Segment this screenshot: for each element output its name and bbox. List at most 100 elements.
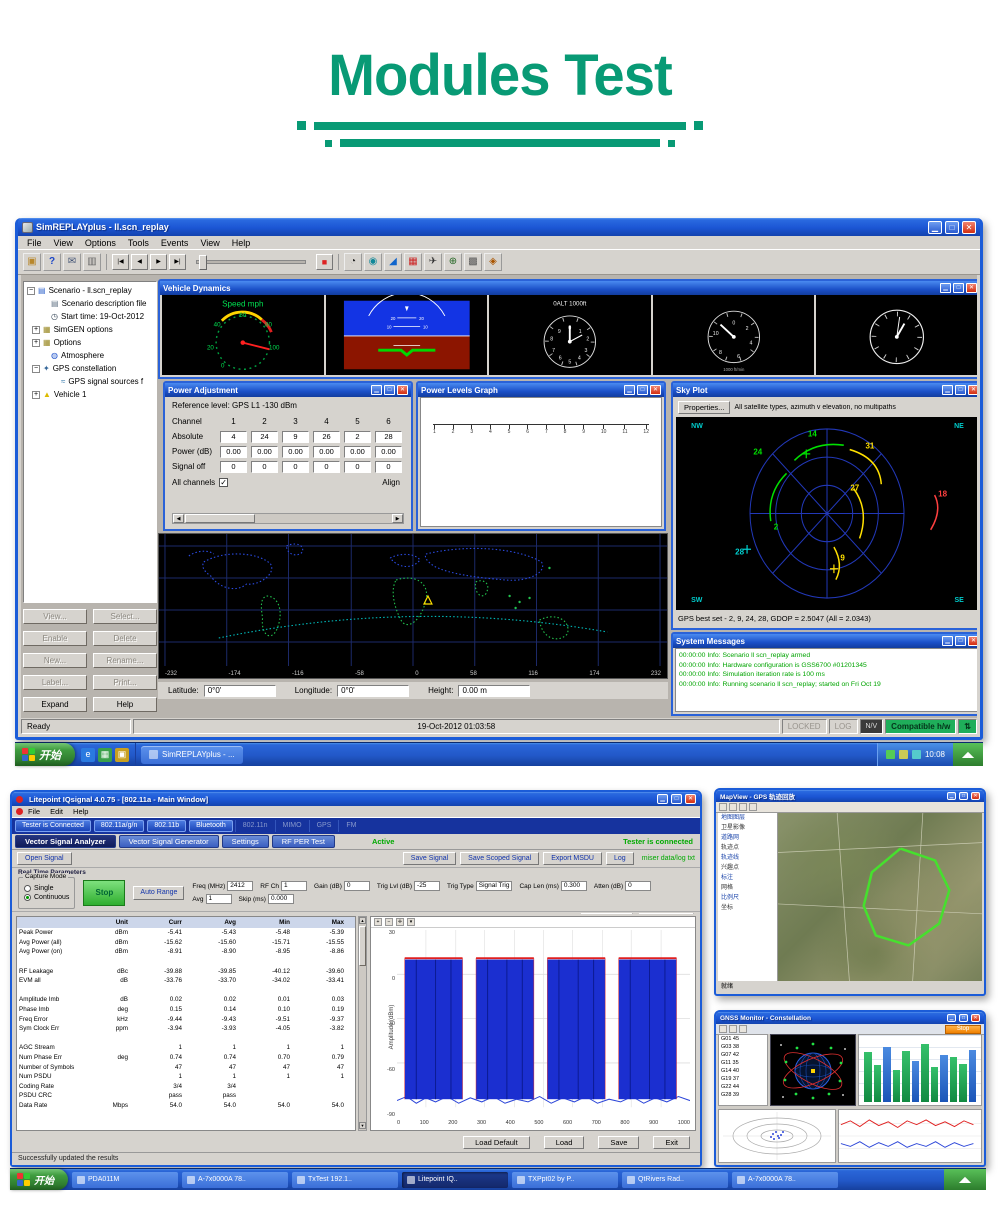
menu-item[interactable]: File	[22, 238, 47, 248]
footer-button[interactable]: Load	[544, 1136, 585, 1149]
playback-button[interactable]: ◀	[131, 254, 148, 270]
satellite-map[interactable]	[778, 813, 982, 981]
tree-action-button[interactable]: View...	[23, 609, 87, 624]
properties-button[interactable]: Properties...	[678, 401, 730, 414]
tree-item[interactable]: − ✦ GPS constellation	[24, 362, 156, 375]
menu-item[interactable]: Edit	[50, 807, 63, 816]
tray-icon[interactable]	[886, 750, 895, 759]
table-row[interactable]: EVM alldB-33.76 -33.70-34.02-33.41	[17, 976, 355, 986]
tree-action-button[interactable]: New...	[23, 653, 87, 668]
graph-icon[interactable]: ◢	[384, 253, 402, 271]
minimize-button[interactable]: ▁	[624, 385, 635, 395]
table-row[interactable]: RF LeakagedBc-39.88 -39.85-40.12-39.60	[17, 966, 355, 976]
field-input[interactable]: 1	[281, 881, 307, 891]
minimize-button[interactable]: ▁	[947, 792, 956, 800]
footer-button[interactable]: Exit	[653, 1136, 690, 1149]
satellite-id-cell[interactable]: 2	[344, 431, 371, 443]
close-button[interactable]: ✕	[968, 385, 977, 395]
iqsignal-titlebar[interactable]: Litepoint IQsignal 4.0.75 - [802.11a - M…	[12, 792, 700, 806]
signal-off-input[interactable]: 0	[313, 461, 340, 473]
satellite-row[interactable]: G11 35	[719, 1059, 767, 1067]
height-field[interactable]: 0.00 m	[458, 685, 530, 697]
tree-item[interactable]: ◷ Start time: 19-Oct-2012	[24, 310, 156, 323]
field-input[interactable]: 1	[206, 894, 232, 904]
satellite-id-cell[interactable]: 9	[282, 431, 309, 443]
table-row[interactable]: Num Phase Errdeg0.74 0.740.700.79	[17, 1053, 355, 1063]
taskbar-task[interactable]: SimREPLAYplus - ...	[141, 746, 243, 764]
tree-item[interactable]: ▤ Scenario description file	[24, 297, 156, 310]
map-titlebar[interactable]: MapView - GPS 轨迹回放 ▁ □ ✕	[716, 790, 984, 802]
gnss-tool-icon[interactable]	[739, 1025, 747, 1033]
satellite-id-cell[interactable]: 4	[220, 431, 247, 443]
layer-item[interactable]: 标注	[718, 873, 777, 883]
signal-off-input[interactable]: 0	[282, 461, 309, 473]
layer-item[interactable]: 比例尺	[718, 893, 777, 903]
layer-item[interactable]: 轨迹点	[718, 843, 777, 853]
technology-button[interactable]: Tester is Connected	[15, 820, 91, 832]
start-button[interactable]: 开始	[15, 743, 75, 766]
close-button[interactable]: ✕	[962, 221, 976, 234]
help-icon[interactable]: ?	[43, 253, 61, 271]
table-row[interactable]: Avg Power (all)dBm-15.62 -15.60-15.71-15…	[17, 938, 355, 948]
tray-icon[interactable]	[899, 750, 908, 759]
satellite-row[interactable]: G07 42	[719, 1051, 767, 1059]
signal-off-input[interactable]: 0	[220, 461, 247, 473]
layer-item[interactable]: 轨迹线	[718, 853, 777, 863]
maximize-button[interactable]: □	[671, 794, 682, 804]
technology-button[interactable]: Bluetooth	[189, 820, 233, 832]
maximize-button[interactable]: □	[384, 385, 395, 395]
gnss-tool-icon[interactable]	[729, 1025, 737, 1033]
tree-action-button[interactable]: Delete	[93, 631, 157, 646]
tree-action-button[interactable]: Print...	[93, 675, 157, 690]
power-db-cell[interactable]: 0.00	[375, 446, 402, 458]
taskbar-task[interactable]: Litepoint IQ..	[402, 1172, 508, 1188]
tab[interactable]: Vector Signal Analyzer	[15, 835, 116, 848]
tree-action-button[interactable]: Enable	[23, 631, 87, 646]
satellite-id-cell[interactable]: 26	[313, 431, 340, 443]
system-messages-titlebar[interactable]: System Messages ▁ □ ✕	[673, 634, 977, 648]
table-row[interactable]	[17, 1034, 355, 1044]
layer-item[interactable]: 地图图层	[718, 813, 777, 823]
field-input[interactable]: 0	[625, 881, 651, 891]
maximize-button[interactable]: □	[959, 1014, 968, 1022]
desktop-icon[interactable]: ▦	[98, 748, 112, 762]
taskbar-task[interactable]: QtRivers Rad..	[622, 1172, 728, 1188]
power-levels-titlebar[interactable]: Power Levels Graph ▁ □ ✕	[418, 383, 664, 397]
stop-button[interactable]: Stop	[945, 1025, 981, 1034]
column-header[interactable]: Curr	[133, 919, 187, 926]
tab[interactable]: RF PER Test	[272, 835, 335, 848]
minimize-button[interactable]: ▁	[942, 636, 953, 646]
table-row[interactable]: Freq ErrorkHz-9.44 -9.43-9.51-9.37	[17, 1014, 355, 1024]
tree-action-button[interactable]: Select...	[93, 609, 157, 624]
map-tool-icon[interactable]	[739, 803, 747, 811]
tray-icon[interactable]	[912, 750, 921, 759]
close-button[interactable]: ✕	[971, 1014, 980, 1022]
tab[interactable]: Vector Signal Generator	[119, 835, 219, 848]
table-row[interactable]: Coding Rate3/4 3/4	[17, 1082, 355, 1092]
satellite-row[interactable]: G03 38	[719, 1043, 767, 1051]
table-row[interactable]: Sym Clock Errppm-3.94 -3.93-4.05-3.82	[17, 1024, 355, 1034]
maximize-button[interactable]: □	[637, 385, 648, 395]
taskbar-task[interactable]: TXPpt02 by P..	[512, 1172, 618, 1188]
browser-icon[interactable]: e	[81, 748, 95, 762]
table-row[interactable]: Amplitude ImbdB0.02 0.020.010.03	[17, 995, 355, 1005]
satellite-row[interactable]: G14 40	[719, 1067, 767, 1075]
tree-item[interactable]: ≈ GPS signal sources f	[24, 375, 156, 388]
minimize-button[interactable]: ▁	[947, 1014, 956, 1022]
playback-button[interactable]: ▶|	[169, 254, 186, 270]
close-button[interactable]: ✕	[968, 636, 977, 646]
expander-icon[interactable]: −	[27, 287, 35, 295]
expander-icon[interactable]: +	[32, 339, 40, 347]
maximize-button[interactable]: □	[953, 283, 964, 293]
field-input[interactable]: 0.300	[561, 881, 587, 891]
taskbar-task[interactable]: A-7x0000A 78..	[732, 1172, 838, 1188]
table-row[interactable]	[17, 957, 355, 967]
layer-item[interactable]: 道路网	[718, 833, 777, 843]
satellite-row[interactable]: G28 39	[719, 1091, 767, 1099]
tree-action-button[interactable]: Rename...	[93, 653, 157, 668]
table-row[interactable]	[17, 986, 355, 996]
menu-item[interactable]: File	[28, 807, 40, 816]
signal-action-button[interactable]: Save Signal	[403, 852, 456, 865]
table-row[interactable]: Peak PowerdBm-5.41 -5.43-5.48-5.39	[17, 928, 355, 938]
zoom-out-icon[interactable]: −	[385, 918, 393, 926]
